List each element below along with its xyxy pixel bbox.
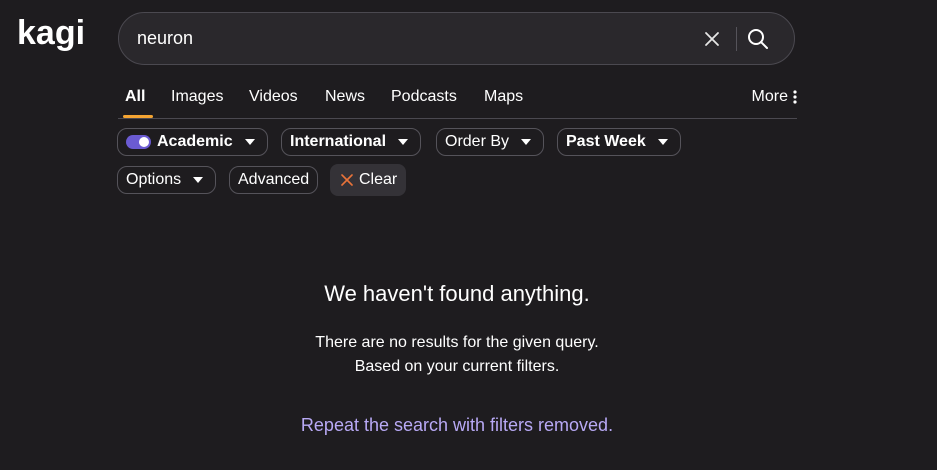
search-icon[interactable] bbox=[747, 28, 769, 50]
clear-filters-button[interactable]: Clear bbox=[330, 164, 407, 196]
tab-label: All bbox=[125, 88, 146, 105]
repeat-search-link[interactable]: Repeat the search with filters removed. bbox=[0, 415, 914, 436]
filter-label: Past Week bbox=[566, 133, 646, 150]
toggle-knob bbox=[139, 137, 149, 147]
search-box bbox=[118, 12, 795, 65]
time-filter-dropdown[interactable]: Past Week bbox=[557, 128, 681, 156]
x-icon bbox=[341, 174, 353, 186]
empty-state-title: We haven't found anything. bbox=[324, 281, 590, 306]
search-divider bbox=[736, 27, 737, 51]
kagi-logo[interactable]: kagi bbox=[17, 14, 97, 58]
search-input[interactable] bbox=[119, 22, 699, 55]
vertical-dots-icon bbox=[793, 90, 797, 104]
active-tab-underline bbox=[123, 115, 154, 118]
academic-filter-toggle[interactable]: Academic bbox=[117, 128, 268, 156]
caret-down-icon bbox=[521, 139, 532, 145]
filter-label: International bbox=[290, 133, 387, 150]
tab-podcasts[interactable]: Podcasts bbox=[391, 88, 457, 106]
tab-label: Podcasts bbox=[391, 88, 457, 105]
tab-images[interactable]: Images bbox=[171, 88, 223, 106]
filter-label: Options bbox=[126, 171, 182, 188]
tab-news[interactable]: News bbox=[325, 88, 365, 106]
more-label: More bbox=[751, 88, 788, 105]
toggle-switch[interactable] bbox=[126, 135, 151, 149]
logo-text: kagi bbox=[17, 14, 85, 52]
caret-down-icon bbox=[244, 139, 255, 145]
filter-label: Advanced bbox=[238, 171, 310, 188]
caret-down-icon bbox=[657, 139, 668, 145]
tab-maps[interactable]: Maps bbox=[484, 88, 523, 106]
search-results-page: kagi All Images Videos News Podcasts bbox=[0, 0, 937, 470]
empty-state-message: There are no results for the given query… bbox=[315, 334, 599, 351]
filter-label: Order By bbox=[445, 133, 510, 150]
tab-label: Maps bbox=[484, 88, 524, 105]
options-dropdown[interactable]: Options bbox=[117, 166, 217, 194]
advanced-button[interactable]: Advanced bbox=[229, 166, 319, 194]
clear-label: Clear bbox=[359, 171, 398, 188]
tab-all[interactable]: All bbox=[123, 88, 154, 118]
filter-label: Academic bbox=[157, 133, 233, 150]
search-tabs: All Images Videos News Podcasts Maps Mor… bbox=[118, 80, 797, 119]
tab-label: News bbox=[325, 88, 366, 105]
tab-label: Images bbox=[171, 88, 224, 105]
close-icon[interactable] bbox=[703, 30, 721, 48]
caret-down-icon bbox=[398, 139, 409, 145]
empty-state-filters-note: Based on your current filters. bbox=[354, 358, 560, 375]
tab-videos[interactable]: Videos bbox=[249, 88, 298, 106]
caret-down-icon bbox=[193, 177, 204, 183]
tab-label: Videos bbox=[249, 88, 298, 105]
order-by-dropdown[interactable]: Order By bbox=[436, 128, 545, 156]
region-filter-dropdown[interactable]: International bbox=[281, 128, 422, 156]
more-menu-button[interactable]: More bbox=[752, 88, 797, 106]
